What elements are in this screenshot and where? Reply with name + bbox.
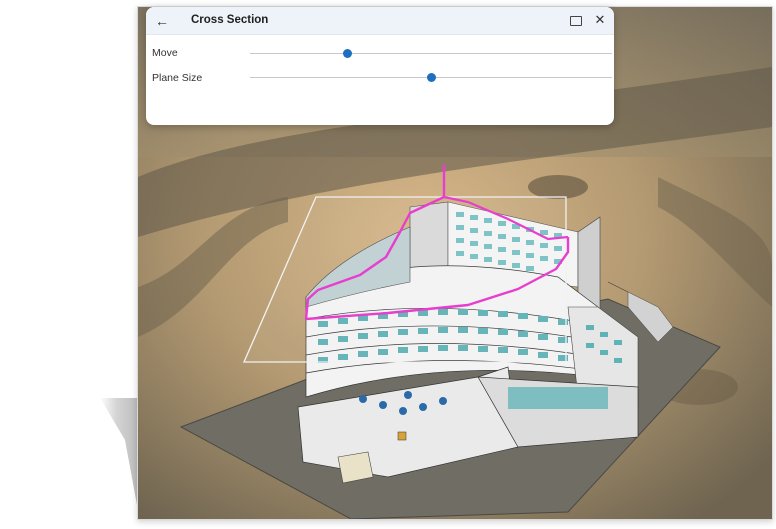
plane-size-slider[interactable] [250,73,612,83]
move-slider-thumb[interactable] [343,49,353,58]
maximize-button[interactable] [570,16,582,26]
panel-titlebar: ← Cross Section ✕ [146,7,614,35]
close-button[interactable]: ✕ [593,11,607,29]
back-button[interactable]: ← [152,11,172,31]
move-label: Move [152,47,178,59]
panel-title: Cross Section [191,14,269,26]
plane-size-label: Plane Size [152,72,203,84]
plane-size-slider-thumb[interactable] [426,73,436,82]
move-slider-track [250,53,612,54]
cross-section-panel: ← Cross Section ✕ Move Plane Size [146,7,614,125]
close-icon: ✕ [594,12,606,27]
move-slider[interactable] [250,49,612,59]
arrow-left-icon: ← [155,13,169,29]
